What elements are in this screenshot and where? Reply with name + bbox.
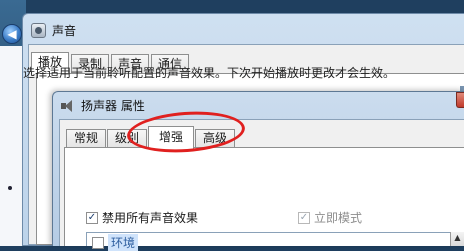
scroll-up-arrow-icon[interactable]: ▲ [450, 232, 464, 246]
list-item[interactable]: 环境 [92, 234, 139, 251]
disable-all-effects-row[interactable]: ✓ 禁用所有声音效果 [86, 209, 198, 226]
speaker-icon [61, 99, 75, 112]
disable-all-effects-checkbox[interactable]: ✓ [86, 211, 98, 224]
immediate-mode-row: ✓ 立即模式 [298, 209, 362, 226]
enhancements-description: 选择适用于当前聆听配置的声音效果。下次开始播放时更改才会生效。 [23, 66, 396, 80]
props-dialog-title: 扬声器 属性 [81, 98, 145, 113]
tab-general[interactable]: 常规 [66, 129, 107, 148]
immediate-mode-checkbox: ✓ [298, 211, 310, 224]
immediate-mode-label: 立即模式 [314, 211, 363, 225]
tab-levels[interactable]: 级别 [107, 129, 148, 148]
effects-list[interactable]: 环境 [86, 232, 464, 251]
disable-all-effects-label: 禁用所有声音效果 [102, 211, 199, 225]
tab-advanced[interactable]: 高级 [195, 129, 236, 148]
effect-label: 环境 [108, 234, 139, 251]
bullet-dot [8, 186, 12, 190]
close-button[interactable] [456, 92, 464, 108]
sound-dialog-title: 声音 [52, 23, 77, 38]
sound-title-bar: 声音 [31, 20, 76, 40]
sound-app-icon [31, 22, 46, 38]
explorer-side-panel [0, 46, 23, 246]
effect-checkbox[interactable] [92, 236, 104, 249]
props-tab-bar: 常规 级别 增强 高级 [66, 126, 236, 149]
back-arrow-icon[interactable]: ◀ [2, 24, 22, 44]
tab-enhancements[interactable]: 增强 [148, 126, 195, 149]
props-title-bar: 扬声器 属性 [61, 95, 145, 115]
